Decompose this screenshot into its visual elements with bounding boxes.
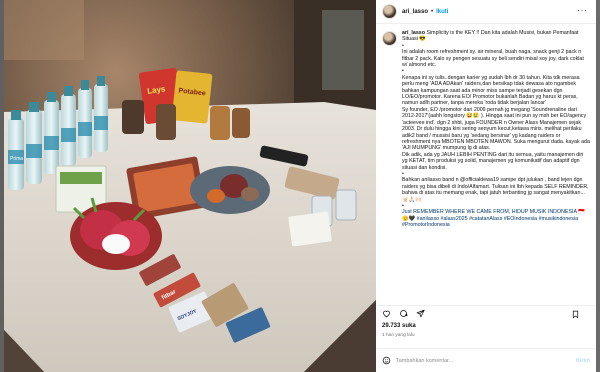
- comment-input[interactable]: [396, 357, 576, 364]
- heart-icon[interactable]: [382, 309, 391, 318]
- caption-line: Simplicity is the KEY !! Dan kita adalah…: [402, 30, 579, 43]
- caption-avatar[interactable]: [382, 31, 397, 46]
- fruit-plate: [190, 166, 270, 214]
- caption-line: Ini adalah room refreshment sy. air mine…: [402, 49, 584, 69]
- caption-line: Kenapa ini sy tulis..dengan karier yg su…: [402, 74, 580, 107]
- hotel-room-refreshment-image: Prima Lays Potabee fitbar SOYJOY: [4, 0, 376, 372]
- bookmark-icon[interactable]: [571, 310, 580, 319]
- comment-bar: Kirim: [376, 348, 596, 372]
- action-bar: [376, 305, 596, 321]
- caption-line: Bahkan anilasso band n @officialdewa19 s…: [402, 177, 589, 203]
- separator-dot: •: [431, 8, 434, 15]
- backdrop-right: [596, 0, 600, 372]
- svg-text:Prima: Prima: [10, 156, 23, 162]
- post-details-panel: ari_lasso • Ikuti ··· ari_lasso Simplici…: [376, 0, 596, 372]
- post-header: ari_lasso • Ikuti ···: [376, 0, 596, 24]
- username[interactable]: ari_lasso: [402, 9, 428, 15]
- like-count[interactable]: 29.733 suka: [382, 323, 416, 329]
- caption-body: ari_lasso Simplicity is the KEY !! Dan k…: [402, 30, 590, 300]
- post-comment-button[interactable]: Kirim: [576, 358, 590, 364]
- smiley-icon[interactable]: [382, 356, 391, 365]
- paper-plane-icon[interactable]: [416, 309, 425, 318]
- more-horizontal-icon[interactable]: ···: [577, 7, 588, 15]
- follow-button[interactable]: Ikuti: [436, 9, 448, 15]
- post-caption: ari_lasso Simplicity is the KEY !! Dan k…: [376, 26, 596, 300]
- caption-line: Just REMEMBER WHERE WE CAME FROM, HIDUP …: [402, 209, 585, 229]
- post-photo: Prima Lays Potabee fitbar SOYJOY: [4, 0, 376, 372]
- avatar[interactable]: [382, 4, 397, 19]
- caption-line: Sy founder, EO /promotor dari 2009 perna…: [402, 106, 590, 152]
- post-time[interactable]: 1 hari yang lalu: [382, 333, 415, 338]
- caption-line: Dik adik, ada yg JAUH LEBIH PENTING dari…: [402, 151, 584, 171]
- comment-icon[interactable]: [399, 309, 408, 318]
